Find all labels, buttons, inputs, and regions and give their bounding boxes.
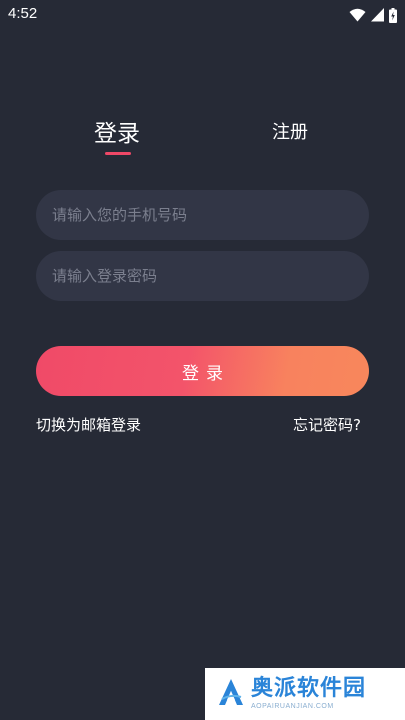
- password-field[interactable]: [36, 251, 369, 301]
- watermark-text: 奥派软件园 AOPAIRUANJIAN.COM: [251, 676, 367, 711]
- phone-input[interactable]: [36, 190, 369, 240]
- watermark: 奥派软件园 AOPAIRUANJIAN.COM: [205, 668, 405, 720]
- watermark-title: 奥派软件园: [251, 676, 367, 701]
- login-button[interactable]: 登录: [36, 346, 369, 396]
- forgot-password-link[interactable]: 忘记密码?: [293, 414, 361, 435]
- active-tab-indicator: [105, 152, 131, 155]
- password-input[interactable]: [36, 251, 369, 301]
- battery-charging-icon: [389, 7, 397, 23]
- status-icons: [349, 7, 397, 23]
- status-time: 4:52: [8, 5, 38, 22]
- switch-to-email-link[interactable]: 切换为邮箱登录: [36, 414, 141, 435]
- tab-register[interactable]: 注册: [272, 118, 308, 144]
- wifi-icon: [349, 8, 366, 22]
- status-bar: 4:52: [0, 0, 405, 30]
- phone-field[interactable]: [36, 190, 369, 240]
- cell-signal-icon: [371, 8, 384, 22]
- watermark-subtitle: AOPAIRUANJIAN.COM: [251, 703, 334, 710]
- tab-login[interactable]: 登录: [94, 114, 140, 148]
- watermark-logo-icon: [217, 677, 245, 711]
